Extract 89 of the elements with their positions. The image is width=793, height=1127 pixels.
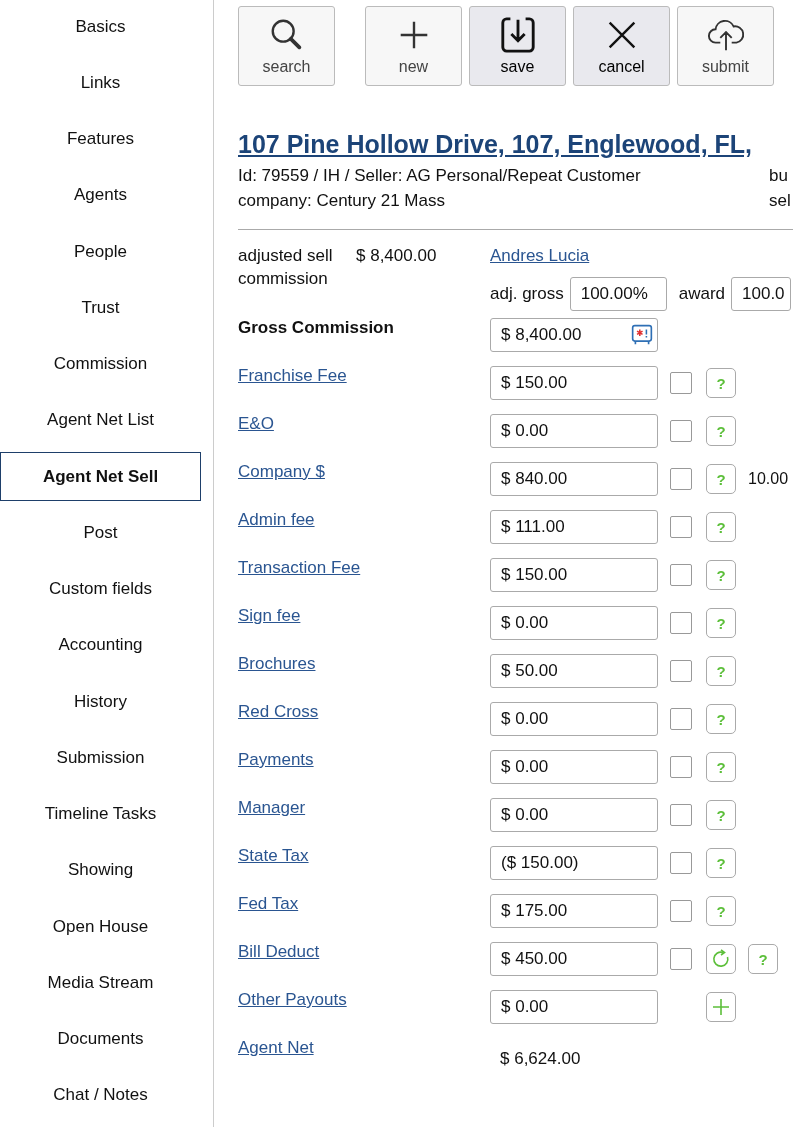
fee-link[interactable]: Admin fee xyxy=(238,503,490,530)
fee-link[interactable]: State Tax xyxy=(238,839,490,866)
sidebar-item[interactable]: Basics xyxy=(0,2,201,52)
property-info-text: company: Century 21 Mass xyxy=(238,190,446,212)
checkbox[interactable] xyxy=(670,948,692,970)
agent-name-link[interactable]: Andres Lucia xyxy=(490,244,791,267)
sidebar-item[interactable]: History xyxy=(0,677,201,727)
fee-link[interactable]: E&O xyxy=(238,407,490,434)
fee-link[interactable]: Sign fee xyxy=(238,599,490,626)
amount-field[interactable]: ($ 150.00) xyxy=(490,846,658,880)
fee-link[interactable]: Other Payouts xyxy=(238,983,490,1010)
fee-link[interactable]: Brochures xyxy=(238,647,490,674)
sidebar-item[interactable]: Agents xyxy=(0,170,201,220)
fee-link[interactable]: Company $ xyxy=(238,455,490,482)
add-button[interactable] xyxy=(706,992,736,1022)
cancel-button[interactable]: cancel xyxy=(573,6,670,86)
adjusted-sell-commission-amount: $ 8,400.00 xyxy=(356,245,437,267)
checkbox[interactable] xyxy=(670,804,692,826)
amount-field[interactable]: $ 150.00 xyxy=(490,558,658,592)
sidebar-item[interactable]: Features xyxy=(0,114,201,164)
checkbox[interactable] xyxy=(670,660,692,682)
sidebar-item[interactable]: Accounting xyxy=(0,620,201,671)
save-button[interactable]: save xyxy=(469,6,566,86)
agent-net-amount: $ 6,624.00 xyxy=(499,1048,581,1069)
sidebar-item[interactable]: Links xyxy=(0,58,201,108)
property-title-link[interactable]: 107 Pine Hollow Drive, 107, Englewood, FL, xyxy=(238,130,752,159)
fee-link[interactable]: Franchise Fee xyxy=(238,359,490,386)
property-info-text: sel xyxy=(769,190,792,212)
adj-gross-field[interactable]: 100.00% xyxy=(569,277,667,311)
award-label: award xyxy=(678,284,725,304)
gross-commission-label: Gross Commission xyxy=(238,317,395,338)
checkbox[interactable] xyxy=(670,612,692,634)
sidebar-item[interactable]: Timeline Tasks xyxy=(0,789,201,839)
checkbox[interactable] xyxy=(670,708,692,730)
amount-field[interactable]: $ 0.00 xyxy=(490,414,658,448)
amount-field[interactable]: $ 0.00 xyxy=(490,798,658,832)
amount-field[interactable]: $ 0.00 xyxy=(490,990,658,1024)
amount-field[interactable]: $ 840.00 xyxy=(490,462,658,496)
sidebar-item[interactable]: Showing xyxy=(0,845,201,896)
alert-icon xyxy=(631,324,653,346)
sidebar-item[interactable]: Chat / Notes xyxy=(0,1070,201,1121)
amount-field[interactable]: $ 0.00 xyxy=(490,750,658,784)
gross-commission-field[interactable]: $ 8,400.00 xyxy=(490,318,658,352)
checkbox[interactable] xyxy=(670,756,692,778)
fee-link[interactable]: Payments xyxy=(238,743,490,770)
fee-percent-text: 10.00 xyxy=(748,470,789,488)
property-info-text: bu xyxy=(769,165,789,187)
sidebar-item[interactable]: Agent Net List xyxy=(0,395,201,445)
checkbox[interactable] xyxy=(670,900,692,922)
amount-field[interactable]: $ 50.00 xyxy=(490,654,658,688)
fee-link[interactable]: Transaction Fee xyxy=(238,551,490,578)
refresh-icon xyxy=(711,949,731,969)
checkbox[interactable] xyxy=(670,372,692,394)
refresh-button[interactable] xyxy=(706,944,736,974)
search-button[interactable]: search xyxy=(238,6,335,86)
sidebar-item[interactable]: Documents xyxy=(0,1014,201,1064)
submit-button[interactable]: submit xyxy=(677,6,774,86)
award-field[interactable]: 100.0 xyxy=(731,277,791,311)
adjusted-sell-commission-label: adjusted sell commission xyxy=(238,245,334,290)
fee-link[interactable]: Red Cross xyxy=(238,695,490,722)
fee-link[interactable]: Fed Tax xyxy=(238,887,490,914)
amount-field[interactable]: $ 450.00 xyxy=(490,942,658,976)
plus-icon xyxy=(711,997,731,1017)
amount-field[interactable]: $ 0.00 xyxy=(490,606,658,640)
checkbox[interactable] xyxy=(670,564,692,586)
sidebar-item[interactable]: Trust xyxy=(0,283,201,333)
sidebar-item[interactable]: Agent Net Sell xyxy=(0,452,201,502)
checkbox[interactable] xyxy=(670,852,692,874)
sidebar-item[interactable]: People xyxy=(0,227,201,277)
new-button[interactable]: new xyxy=(365,6,462,86)
checkbox[interactable] xyxy=(670,420,692,442)
sidebar-item[interactable]: Post xyxy=(0,508,201,558)
sidebar-item[interactable]: Custom fields xyxy=(0,564,201,614)
sidebar-item[interactable]: Media Stream xyxy=(0,958,201,1008)
fee-link[interactable]: Bill Deduct xyxy=(238,935,490,962)
amount-field[interactable]: $ 0.00 xyxy=(490,702,658,736)
adj-gross-label: adj. gross xyxy=(490,284,564,304)
fee-link[interactable]: Manager xyxy=(238,791,490,818)
amount-field[interactable]: $ 175.00 xyxy=(490,894,658,928)
sidebar-item[interactable]: Open House xyxy=(0,902,201,952)
sidebar-item[interactable]: Commission xyxy=(0,339,201,389)
fee-link[interactable]: Agent Net xyxy=(238,1031,490,1058)
sidebar-item[interactable]: Submission xyxy=(0,733,201,783)
amount-field[interactable]: $ 111.00 xyxy=(490,510,658,544)
checkbox[interactable] xyxy=(670,516,692,538)
save-icon xyxy=(498,16,537,54)
checkbox[interactable] xyxy=(670,468,692,490)
amount-field[interactable]: $ 150.00 xyxy=(490,366,658,400)
property-info-text: Id: 79559 / IH / Seller: AG Personal/Repeat Customer xyxy=(238,165,641,187)
